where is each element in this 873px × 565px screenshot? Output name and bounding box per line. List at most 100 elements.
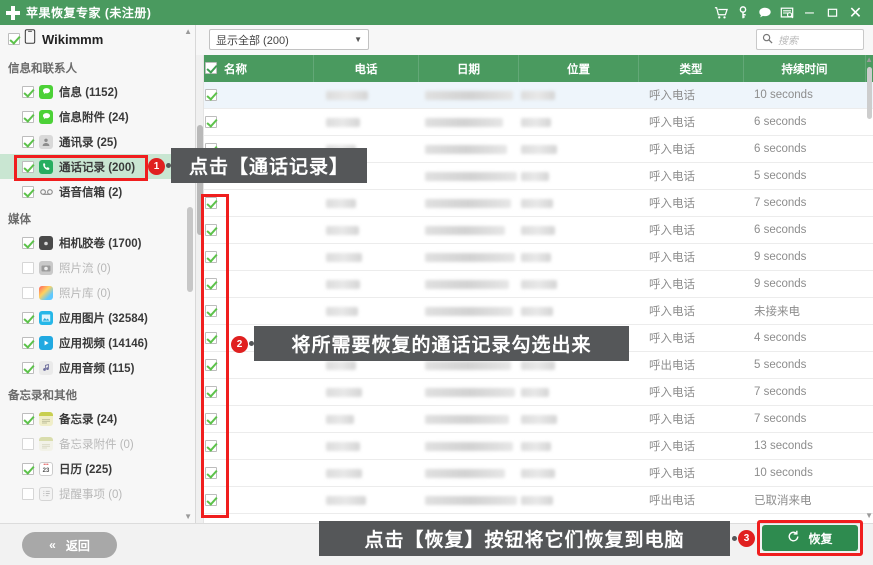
sidebar-item-checkbox[interactable] (22, 412, 34, 425)
table-row[interactable]: 呼入电话 7 seconds (196, 190, 873, 217)
table-row[interactable]: 呼入电话 6 seconds (196, 217, 873, 244)
maximize-button[interactable] (821, 0, 844, 25)
sidebar-item-checkbox[interactable] (22, 261, 34, 274)
filter-dropdown[interactable]: 显示全部 (200) ▼ (209, 29, 369, 50)
sidebar-item-2-5[interactable]: 应用视频 (14146) (0, 330, 195, 355)
key-icon[interactable] (732, 0, 754, 25)
column-header-1[interactable]: 名称 (196, 55, 314, 82)
column-header-3[interactable]: 日期 (419, 55, 519, 82)
feedback-icon[interactable] (776, 0, 798, 25)
sidebar-item-checkbox[interactable] (22, 236, 34, 249)
sidebar-item-2-4[interactable]: 应用图片 (32584) (0, 305, 195, 330)
table-row[interactable]: 呼入电话 7 seconds (196, 406, 873, 433)
cart-icon[interactable] (710, 0, 732, 25)
sidebar-item-checkbox[interactable] (22, 85, 34, 98)
cell-name (196, 82, 314, 109)
sidebar-item-label: 信息附件 (24) (59, 111, 129, 124)
sidebar-item-2-3[interactable]: 照片库 (0) (0, 280, 195, 305)
sidebar-item-label: 日历 (225) (59, 463, 113, 476)
cell-phone (314, 109, 419, 136)
minimize-button[interactable]: – (798, 0, 821, 25)
cell-phone (314, 487, 419, 514)
device-row[interactable]: Wikimmm (0, 25, 195, 53)
sidebar-item-2-2[interactable]: 照片流 (0) (0, 255, 195, 280)
table-scroll-down-icon[interactable]: ▼ (865, 511, 873, 520)
table-row[interactable]: 呼入电话 10 seconds (196, 460, 873, 487)
table-row[interactable]: 呼入电话 9 seconds (196, 271, 873, 298)
table-row[interactable]: 呼入电话 未接来电 (196, 298, 873, 325)
sidebar-scrollbar[interactable]: ▲ ▼ (184, 27, 193, 521)
sidebar-item-label: 信息 (1152) (59, 86, 118, 99)
search-box[interactable]: 搜索 (756, 29, 864, 50)
sidebar-item-1-1[interactable]: 信息 (1152) (0, 79, 195, 104)
app-videos-icon (39, 335, 53, 350)
sidebar-item-3-2[interactable]: 备忘录附件 (0) (0, 431, 195, 456)
sidebar-item-checkbox[interactable] (22, 185, 34, 198)
column-header-2[interactable]: 电话 (314, 55, 419, 82)
calendar-icon: ••• 23 (39, 461, 53, 476)
table-row[interactable]: 呼入电话 13 seconds (196, 433, 873, 460)
table-row[interactable]: 呼入电话 10 seconds (196, 82, 873, 109)
table-row[interactable]: 呼入电话 9 seconds (196, 244, 873, 271)
sidebar-item-checkbox[interactable] (22, 336, 34, 349)
sidebar-item-checkbox[interactable] (22, 286, 34, 299)
app-audio-icon (39, 360, 53, 375)
row-checkbox[interactable] (205, 88, 217, 101)
sidebar-item-checkbox[interactable] (22, 437, 34, 450)
table-scroll-up-icon[interactable]: ▲ (865, 55, 873, 64)
device-checkbox[interactable] (8, 33, 20, 45)
scroll-up-arrow-icon[interactable]: ▲ (184, 27, 192, 36)
redacted-value (326, 279, 360, 289)
sidebar-item-checkbox[interactable] (22, 110, 34, 123)
sidebar-item-checkbox[interactable] (22, 487, 34, 500)
sidebar-item-checkbox[interactable] (22, 462, 34, 475)
row-checkbox[interactable] (205, 115, 217, 128)
cell-type: 呼入电话 (649, 171, 695, 183)
sidebar-item-checkbox[interactable] (22, 361, 34, 374)
table-row[interactable]: 呼入电话 7 seconds (196, 379, 873, 406)
redacted-value (326, 414, 354, 424)
sidebar-item-1-2[interactable]: 信息附件 (24) (0, 104, 195, 129)
sidebar-item-checkbox[interactable] (22, 311, 34, 324)
cell-date (419, 433, 519, 460)
redacted-value (326, 306, 358, 316)
redacted-value (425, 306, 513, 316)
row-checkbox-column-highlight-box (201, 194, 229, 518)
redacted-value (326, 225, 359, 235)
column-header-4[interactable]: 位置 (519, 55, 639, 82)
table-row[interactable]: 呼入电话 6 seconds (196, 109, 873, 136)
back-button[interactable]: « 返回 (22, 532, 117, 558)
select-all-checkbox[interactable] (205, 62, 217, 74)
cell-name (196, 109, 314, 136)
cell-phone (314, 460, 419, 487)
sidebar-scroll-thumb[interactable] (187, 207, 193, 292)
sidebar-item-1-3[interactable]: 通讯录 (25) (0, 129, 195, 154)
sidebar-item-checkbox[interactable] (22, 135, 34, 148)
column-header-6[interactable]: 持续时间 (744, 55, 866, 82)
redacted-value (425, 360, 511, 370)
sidebar-item-2-1[interactable]: 相机胶卷 (1700) (0, 230, 195, 255)
table-scrollbar[interactable]: ▲ ▼ (865, 55, 873, 520)
chat-icon[interactable] (754, 0, 776, 25)
cell-date (419, 109, 519, 136)
sidebar-item-3-3[interactable]: ••• 23 日历 (225) (0, 456, 195, 481)
close-button[interactable]: ✕ (844, 0, 867, 25)
sidebar-item-3-4[interactable]: 提醒事项 (0) (0, 481, 195, 506)
redacted-value (425, 414, 509, 424)
sidebar-item-2-6[interactable]: 应用音频 (115) (0, 355, 195, 380)
search-input[interactable]: 搜索 (778, 32, 798, 47)
cell-duration: 未接来电 (754, 306, 800, 318)
cell-duration: 6 seconds (754, 224, 807, 236)
table-scroll-thumb[interactable] (867, 67, 872, 119)
cell-type: 呼入电话 (649, 414, 695, 426)
sidebar-item-3-1[interactable]: 备忘录 (24) (0, 406, 195, 431)
redacted-value (521, 117, 551, 127)
table-row[interactable]: 呼出电话 已取消来电 (196, 487, 873, 514)
scroll-down-arrow-icon[interactable]: ▼ (184, 512, 192, 521)
column-header-label: 日期 (457, 63, 480, 76)
column-header-label: 电话 (354, 63, 378, 76)
cell-type: 呼出电话 (649, 495, 695, 507)
sidebar-item-1-5[interactable]: 语音信箱 (2) (0, 179, 195, 204)
table-header: 名称 电话 日期 位置 类型 持续时间 (196, 55, 873, 82)
column-header-5[interactable]: 类型 (639, 55, 744, 82)
